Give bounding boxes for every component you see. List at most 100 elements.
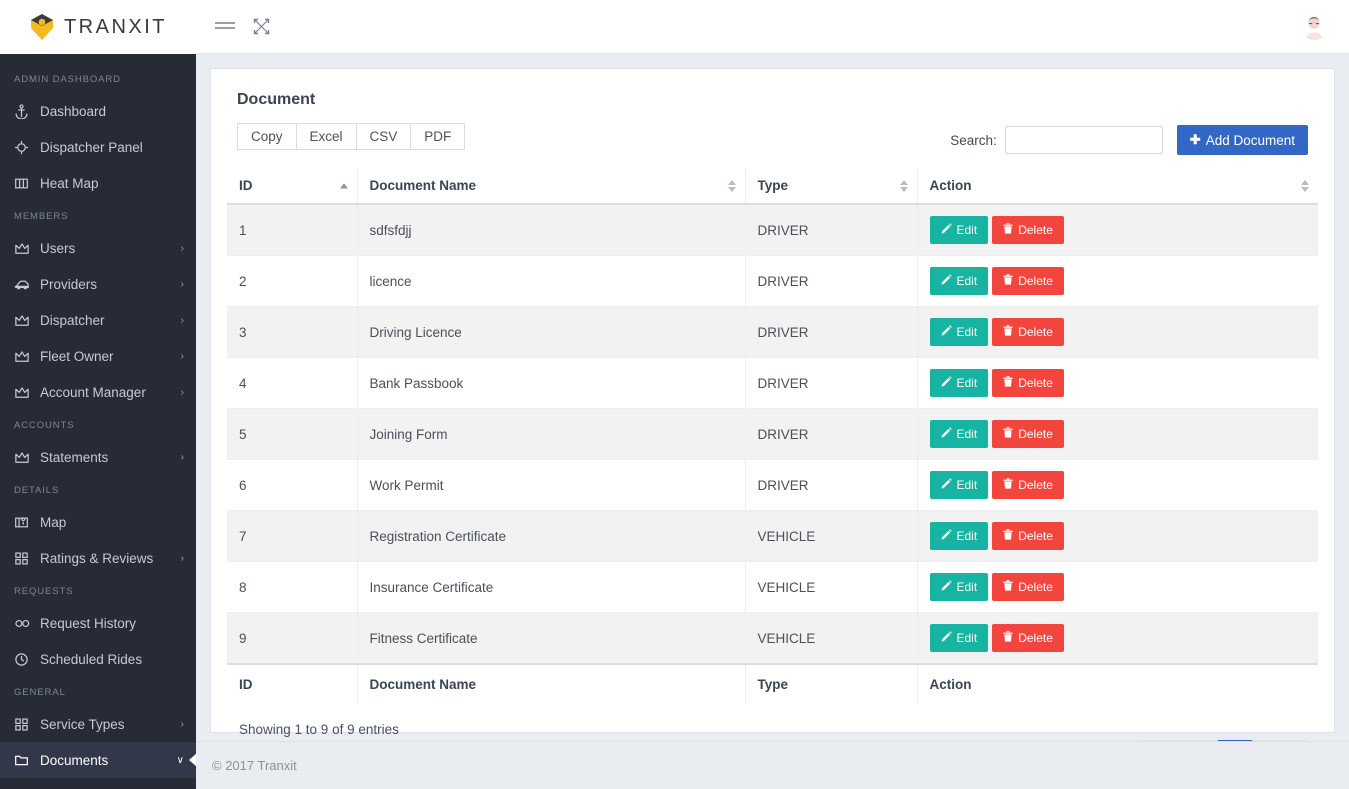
sidebar-item-request-history[interactable]: Request History bbox=[0, 605, 196, 641]
delete-button[interactable]: Delete bbox=[992, 267, 1064, 295]
sidebar-item-dispatcher[interactable]: Dispatcher › bbox=[0, 302, 196, 338]
sidebar-item-label: Providers bbox=[40, 277, 175, 292]
cell-type: DRIVER bbox=[745, 204, 917, 256]
cell-action: Edit Delete bbox=[917, 460, 1318, 511]
cell-action: Edit Delete bbox=[917, 256, 1318, 307]
folder-icon bbox=[14, 753, 40, 768]
chevron-right-icon: › bbox=[181, 387, 184, 398]
sidebar-item-heat-map[interactable]: Heat Map bbox=[0, 165, 196, 201]
pagination-previous[interactable]: Previous bbox=[1138, 740, 1219, 741]
trash-icon bbox=[1003, 325, 1013, 339]
copy-button[interactable]: Copy bbox=[237, 123, 297, 150]
column-header-action[interactable]: Action bbox=[917, 169, 1318, 204]
edit-button[interactable]: Edit bbox=[930, 522, 989, 550]
sidebar-item-dispatcher-panel[interactable]: Dispatcher Panel bbox=[0, 129, 196, 165]
table-footer-row: ID Document Name Type Action bbox=[227, 664, 1318, 704]
delete-label: Delete bbox=[1018, 274, 1053, 288]
pagination-page-1[interactable]: 1 bbox=[1218, 740, 1254, 741]
sidebar-item-statements[interactable]: Statements › bbox=[0, 439, 196, 475]
crosshair-icon bbox=[14, 140, 40, 155]
table-row: 7Registration CertificateVEHICLEEditDele… bbox=[227, 511, 1318, 562]
footer-column-id: ID bbox=[227, 664, 357, 704]
document-card: Document Copy Excel CSV PDF Search: ✚ Ad… bbox=[210, 68, 1335, 733]
delete-button[interactable]: Delete bbox=[992, 216, 1064, 244]
brand-logo[interactable]: TRANXIT bbox=[0, 0, 196, 54]
sidebar-item-fleet-owner[interactable]: Fleet Owner › bbox=[0, 338, 196, 374]
cell-document-name: Registration Certificate bbox=[357, 511, 745, 562]
delete-button[interactable]: Delete bbox=[992, 369, 1064, 397]
add-document-button[interactable]: ✚ Add Document bbox=[1177, 125, 1308, 155]
edit-button[interactable]: Edit bbox=[930, 216, 989, 244]
delete-label: Delete bbox=[1018, 631, 1053, 645]
cell-type: DRIVER bbox=[745, 409, 917, 460]
edit-button[interactable]: Edit bbox=[930, 369, 989, 397]
hamburger-menu-icon[interactable] bbox=[214, 19, 236, 35]
sidebar-item-map[interactable]: Map bbox=[0, 504, 196, 540]
cell-action: Edit Delete bbox=[917, 562, 1318, 613]
sidebar-item-label: Service Types bbox=[40, 717, 175, 732]
csv-button[interactable]: CSV bbox=[356, 123, 412, 150]
car-icon bbox=[14, 277, 40, 292]
sidebar-item-providers[interactable]: Providers › bbox=[0, 266, 196, 302]
location-pin-logo-icon bbox=[29, 13, 55, 41]
row-action-group: Edit Delete bbox=[930, 471, 1307, 499]
cell-document-name: Insurance Certificate bbox=[357, 562, 745, 613]
delete-button[interactable]: Delete bbox=[992, 420, 1064, 448]
column-header-document-name[interactable]: Document Name bbox=[357, 169, 745, 204]
edit-button[interactable]: Edit bbox=[930, 267, 989, 295]
excel-button[interactable]: Excel bbox=[296, 123, 357, 150]
delete-button[interactable]: Delete bbox=[992, 318, 1064, 346]
cell-id: 6 bbox=[227, 460, 357, 511]
edit-button[interactable]: Edit bbox=[930, 420, 989, 448]
sidebar-item-account-manager[interactable]: Account Manager › bbox=[0, 374, 196, 410]
export-button-group: Copy Excel CSV PDF bbox=[237, 123, 465, 150]
edit-button[interactable]: Edit bbox=[930, 573, 989, 601]
pencil-icon bbox=[941, 580, 952, 594]
table-row: 6Work PermitDRIVEREditDelete bbox=[227, 460, 1318, 511]
edit-label: Edit bbox=[957, 478, 978, 492]
delete-button[interactable]: Delete bbox=[992, 471, 1064, 499]
expand-arrows-icon[interactable] bbox=[253, 18, 270, 35]
cell-type: DRIVER bbox=[745, 460, 917, 511]
pencil-icon bbox=[941, 223, 952, 237]
delete-label: Delete bbox=[1018, 325, 1053, 339]
trash-icon bbox=[1003, 529, 1013, 543]
page-footer: © 2017 Tranxit bbox=[196, 741, 1349, 789]
sidebar-item-label: Documents bbox=[40, 753, 171, 768]
column-header-type[interactable]: Type bbox=[745, 169, 917, 204]
trash-icon bbox=[1003, 478, 1013, 492]
edit-label: Edit bbox=[957, 631, 978, 645]
row-action-group: Edit Delete bbox=[930, 573, 1307, 601]
table-body: 1sdfsfdjjDRIVEREditDelete2licenceDRIVERE… bbox=[227, 204, 1318, 664]
crown-icon bbox=[14, 241, 40, 256]
delete-button[interactable]: Delete bbox=[992, 522, 1064, 550]
column-header-id[interactable]: ID bbox=[227, 169, 357, 204]
sidebar-item-label: Dispatcher bbox=[40, 313, 175, 328]
delete-label: Delete bbox=[1018, 580, 1053, 594]
sidebar-item-users[interactable]: Users › bbox=[0, 230, 196, 266]
sidebar-item-service-types[interactable]: Service Types › bbox=[0, 706, 196, 742]
pagination-next[interactable]: Next bbox=[1252, 740, 1308, 741]
trash-icon bbox=[1003, 580, 1013, 594]
search-input[interactable] bbox=[1005, 126, 1163, 154]
row-action-group: EditDelete bbox=[930, 420, 1307, 448]
delete-button[interactable]: Delete bbox=[992, 573, 1064, 601]
user-avatar[interactable] bbox=[1301, 14, 1327, 40]
delete-button[interactable]: Delete bbox=[992, 624, 1064, 652]
column-header-document-name-label: Document Name bbox=[370, 178, 477, 193]
edit-button[interactable]: Edit bbox=[930, 471, 989, 499]
sidebar-item-scheduled-rides[interactable]: Scheduled Rides bbox=[0, 641, 196, 677]
chevron-down-icon: ∨ bbox=[177, 755, 184, 766]
column-header-type-label: Type bbox=[758, 178, 789, 193]
chevron-right-icon: › bbox=[181, 553, 184, 564]
row-action-group: EditDelete bbox=[930, 522, 1307, 550]
nav-section-admin-dashboard: ADMIN DASHBOARD bbox=[0, 64, 196, 93]
pdf-button[interactable]: PDF bbox=[410, 123, 465, 150]
sidebar-item-documents[interactable]: Documents ∨ bbox=[0, 742, 196, 778]
table-row: 2licenceDRIVEREditDelete bbox=[227, 256, 1318, 307]
cell-type: VEHICLE bbox=[745, 511, 917, 562]
sidebar-item-ratings-reviews[interactable]: Ratings & Reviews › bbox=[0, 540, 196, 576]
edit-button[interactable]: Edit bbox=[930, 318, 989, 346]
sidebar-item-dashboard[interactable]: Dashboard bbox=[0, 93, 196, 129]
edit-button[interactable]: Edit bbox=[930, 624, 989, 652]
